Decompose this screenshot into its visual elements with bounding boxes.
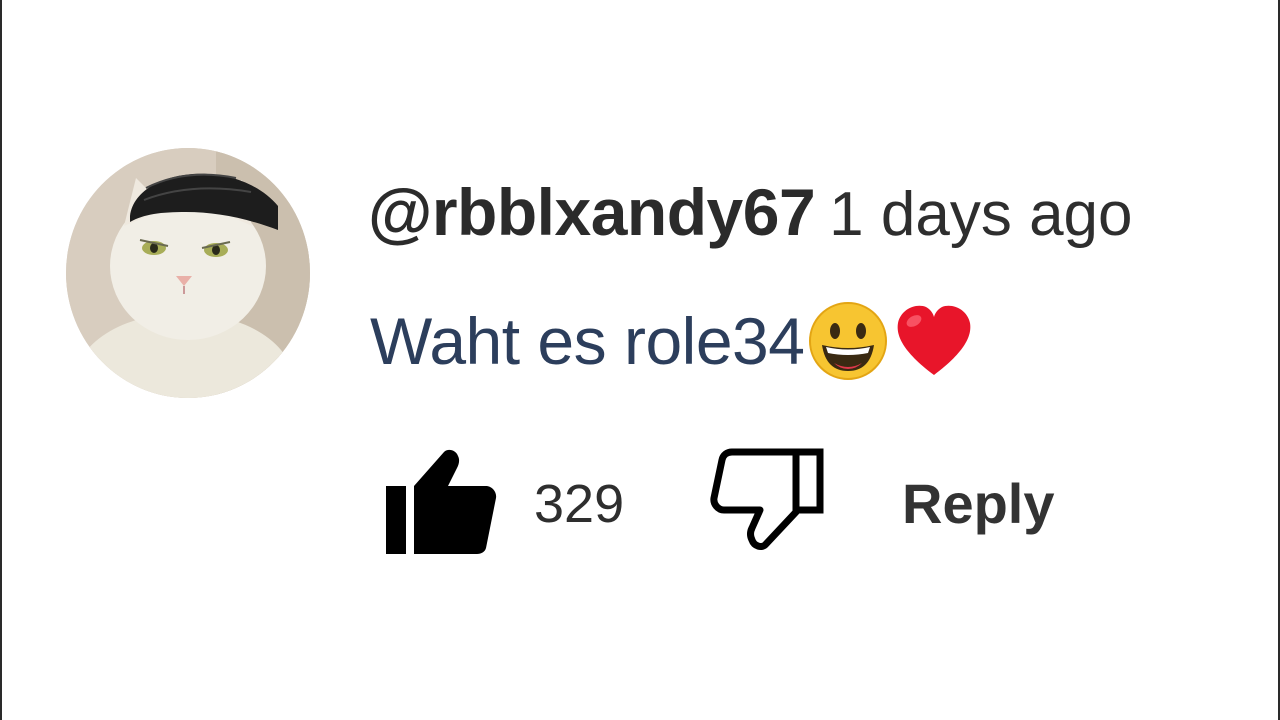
thumbs-up-filled-icon <box>386 449 497 554</box>
timestamp[interactable]: 1 days ago <box>829 180 1132 249</box>
username[interactable]: @rbblxandy67 <box>368 175 816 249</box>
comment-text: Waht es role34 <box>370 304 805 378</box>
comment-header: @rbblxandy67 1 days ago <box>368 172 1133 252</box>
thumbs-down-outline-icon <box>710 448 824 550</box>
grinning-face-emoji <box>806 299 890 383</box>
cat-avatar-image <box>66 148 310 398</box>
comment-body: Waht es role34 <box>370 296 976 386</box>
avatar[interactable] <box>66 148 310 398</box>
red-heart-emoji <box>892 299 976 383</box>
reply-button[interactable]: Reply <box>902 472 1055 536</box>
like-button[interactable] <box>382 444 500 558</box>
like-count: 329 <box>534 474 625 534</box>
dislike-button[interactable] <box>710 446 826 558</box>
comment-card: @rbblxandy67 1 days ago Waht es role34 3… <box>0 0 1280 720</box>
